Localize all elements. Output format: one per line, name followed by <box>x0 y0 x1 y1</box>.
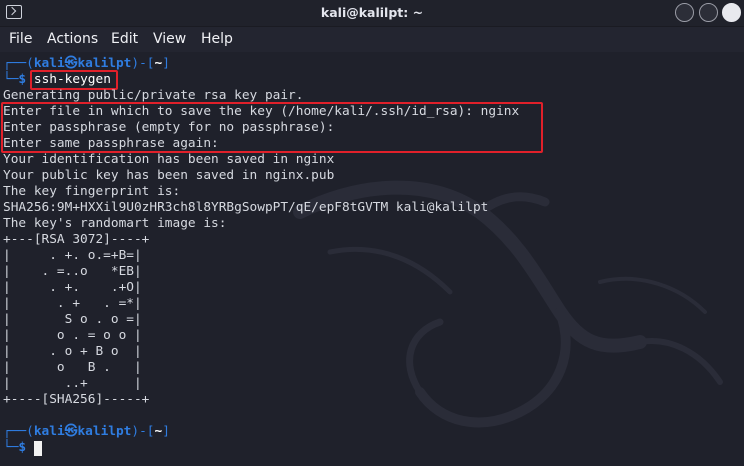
terminal-area[interactable]: ┌──(kali㉿kalilpt)-[~] └─$ ssh-keygen Gen… <box>0 52 744 466</box>
prompt-symbol: $ <box>18 440 27 455</box>
command-highlight-box <box>30 70 118 90</box>
menu-edit[interactable]: Edit <box>111 30 138 49</box>
randomart-line: | . +. o.=+B=| <box>3 248 142 263</box>
prompt-user: kali <box>33 424 65 439</box>
maximize-button[interactable] <box>699 3 718 22</box>
randomart-line: | o . = o o | <box>3 328 142 343</box>
minimize-button[interactable] <box>675 3 694 22</box>
menu-file[interactable]: File <box>9 30 32 49</box>
prompts-highlight-box <box>1 102 543 153</box>
randomart-line: | . + . =*| <box>3 296 142 311</box>
prompt-separator: )-[ <box>131 424 155 439</box>
input-line[interactable]: └─$ <box>3 440 26 456</box>
output-line: The key's randomart image is: <box>3 216 227 231</box>
output-line: The key fingerprint is: <box>3 184 181 199</box>
randomart-line: +----[SHA256]-----+ <box>3 392 150 407</box>
prompt-frame: ┌──( <box>3 424 34 439</box>
randomart-line: | . o + B o | <box>3 344 142 359</box>
prompt-host: kalilpt <box>77 424 132 439</box>
prompt-separator: )-[ <box>131 56 155 71</box>
prompt-host: kalilpt <box>77 56 132 71</box>
menu-help[interactable]: Help <box>201 30 233 49</box>
prompt-bracket: ] <box>162 424 170 439</box>
randomart-line: | ..+ | <box>3 376 142 391</box>
prompt-at: ㉿ <box>64 424 78 439</box>
prompt-frame-bottom: └─ <box>3 72 19 87</box>
prompt-line-2: ┌──(kali㉿kalilpt)-[~] <box>3 424 170 440</box>
output-line: Your identification has been saved in ng… <box>3 152 335 167</box>
fingerprint-line: SHA256:9M+HXXil9U0zHR3ch8l8YRBgSowpPT/qE… <box>3 200 489 215</box>
output-line: Your public key has been saved in nginx.… <box>3 168 335 183</box>
randomart-line: | . =..o *EB| <box>3 264 142 279</box>
prompt-frame: ┌──( <box>3 56 34 71</box>
randomart-line: | S o . o =| <box>3 312 142 327</box>
menu-view[interactable]: View <box>153 30 186 49</box>
prompt-symbol: $ <box>18 72 27 87</box>
close-button[interactable] <box>722 3 741 22</box>
title-bar: kali@kalilpt: ~ <box>0 0 744 27</box>
randomart-line: +---[RSA 3072]----+ <box>3 232 150 247</box>
menu-actions[interactable]: Actions <box>47 30 98 49</box>
text-cursor <box>34 441 42 456</box>
prompt-at: ㉿ <box>64 56 78 71</box>
prompt-user: kali <box>33 56 65 71</box>
prompt-bracket: ] <box>162 56 170 71</box>
randomart-line: | . +. .+O| <box>3 280 142 295</box>
randomart-line: | o B . | <box>3 360 142 375</box>
prompt-frame-bottom: └─ <box>3 440 19 455</box>
menu-bar: File Actions Edit View Help <box>0 27 744 52</box>
window-title: kali@kalilpt: ~ <box>320 5 424 20</box>
